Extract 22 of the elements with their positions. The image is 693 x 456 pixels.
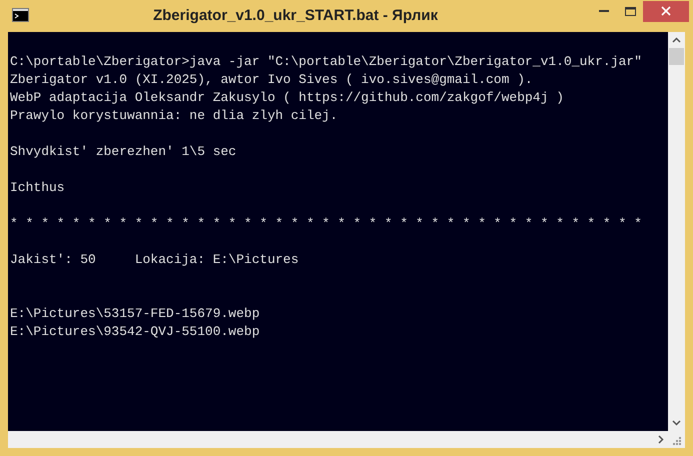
console-line: E:\Pictures\53157-FED-15679.webp	[10, 306, 260, 321]
resize-grip-icon[interactable]	[672, 436, 681, 445]
console-line: Ichthus	[10, 180, 65, 195]
console-line: E:\Pictures\93542-QVJ-55100.webp	[10, 324, 260, 339]
close-icon	[661, 6, 671, 16]
console-line: * * * * * * * * * * * * * * * * * * * * * * * * * * * * * * * * * * * * * * * * *	[10, 216, 642, 231]
scroll-up-icon	[672, 37, 681, 43]
maximize-icon	[624, 6, 636, 16]
scroll-down-icon	[672, 420, 681, 426]
console-icon	[12, 8, 29, 22]
vertical-scrollbar[interactable]	[668, 32, 685, 431]
console-line: WebP adaptacija Oleksandr Zakusylo ( https://github.com/zakgof/webp4j )	[10, 90, 564, 105]
close-button[interactable]	[643, 0, 689, 22]
console-line: Prawylo korystuwannia: ne dlia zlyh cilej.	[10, 108, 338, 123]
scrollbar-thumb[interactable]	[669, 48, 684, 65]
console-line: Shvydkist' zberezhen' 1\5 sec	[10, 144, 236, 159]
console-line: C:\portable\Zberigator>java -jar "C:\portable\Zberigator\Zberigator_v1.0_ukr.jar"	[10, 54, 642, 69]
console-line: Zberigator v1.0 (XI.2025), awtor Ivo Sives ( ivo.sives@gmail.com ).	[10, 72, 533, 87]
scroll-right-icon	[658, 435, 664, 444]
console-line: Jakist': 50 Lokacija: E:\Pictures	[10, 252, 299, 267]
window-title: Zberigator_v1.0_ukr_START.bat - Ярлик	[153, 6, 438, 26]
minimize-icon	[599, 10, 609, 12]
